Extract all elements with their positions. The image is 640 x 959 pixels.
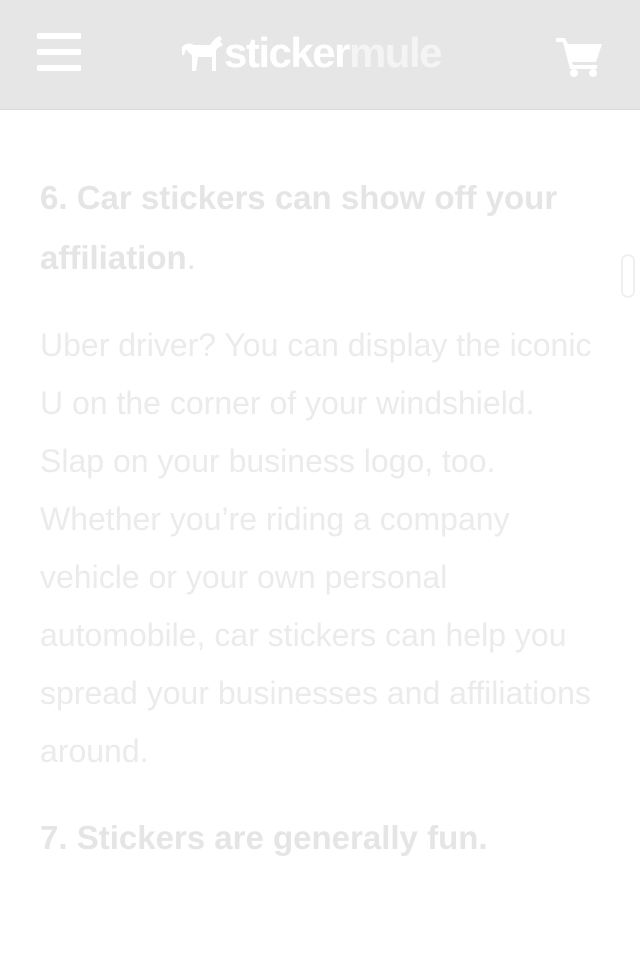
- menu-bar: [37, 65, 81, 71]
- hamburger-menu-icon[interactable]: [37, 33, 81, 73]
- mule-logo-icon: [182, 36, 223, 71]
- menu-bar: [37, 49, 81, 55]
- scrollbar-thumb[interactable]: [621, 254, 635, 298]
- article-body: 6. Car stickers can show off your affili…: [40, 168, 600, 868]
- section-heading-6: 6. Car stickers can show off your affili…: [40, 168, 600, 288]
- shopping-cart-icon[interactable]: [556, 36, 604, 78]
- logo-text-sticker: sticker: [224, 29, 350, 76]
- sticker-mule-logo[interactable]: sticker mule: [180, 28, 443, 78]
- heading-6-period: .: [186, 239, 196, 276]
- logo-text-mule: mule: [348, 29, 443, 76]
- heading-6-text: 6. Car stickers can show off your affili…: [40, 179, 558, 276]
- section-heading-7: 7. Stickers are generally fun.: [40, 819, 488, 856]
- top-header: sticker mule: [0, 0, 640, 110]
- menu-bar: [37, 33, 81, 39]
- article-paragraph: Uber driver? You can display the iconic …: [40, 327, 592, 769]
